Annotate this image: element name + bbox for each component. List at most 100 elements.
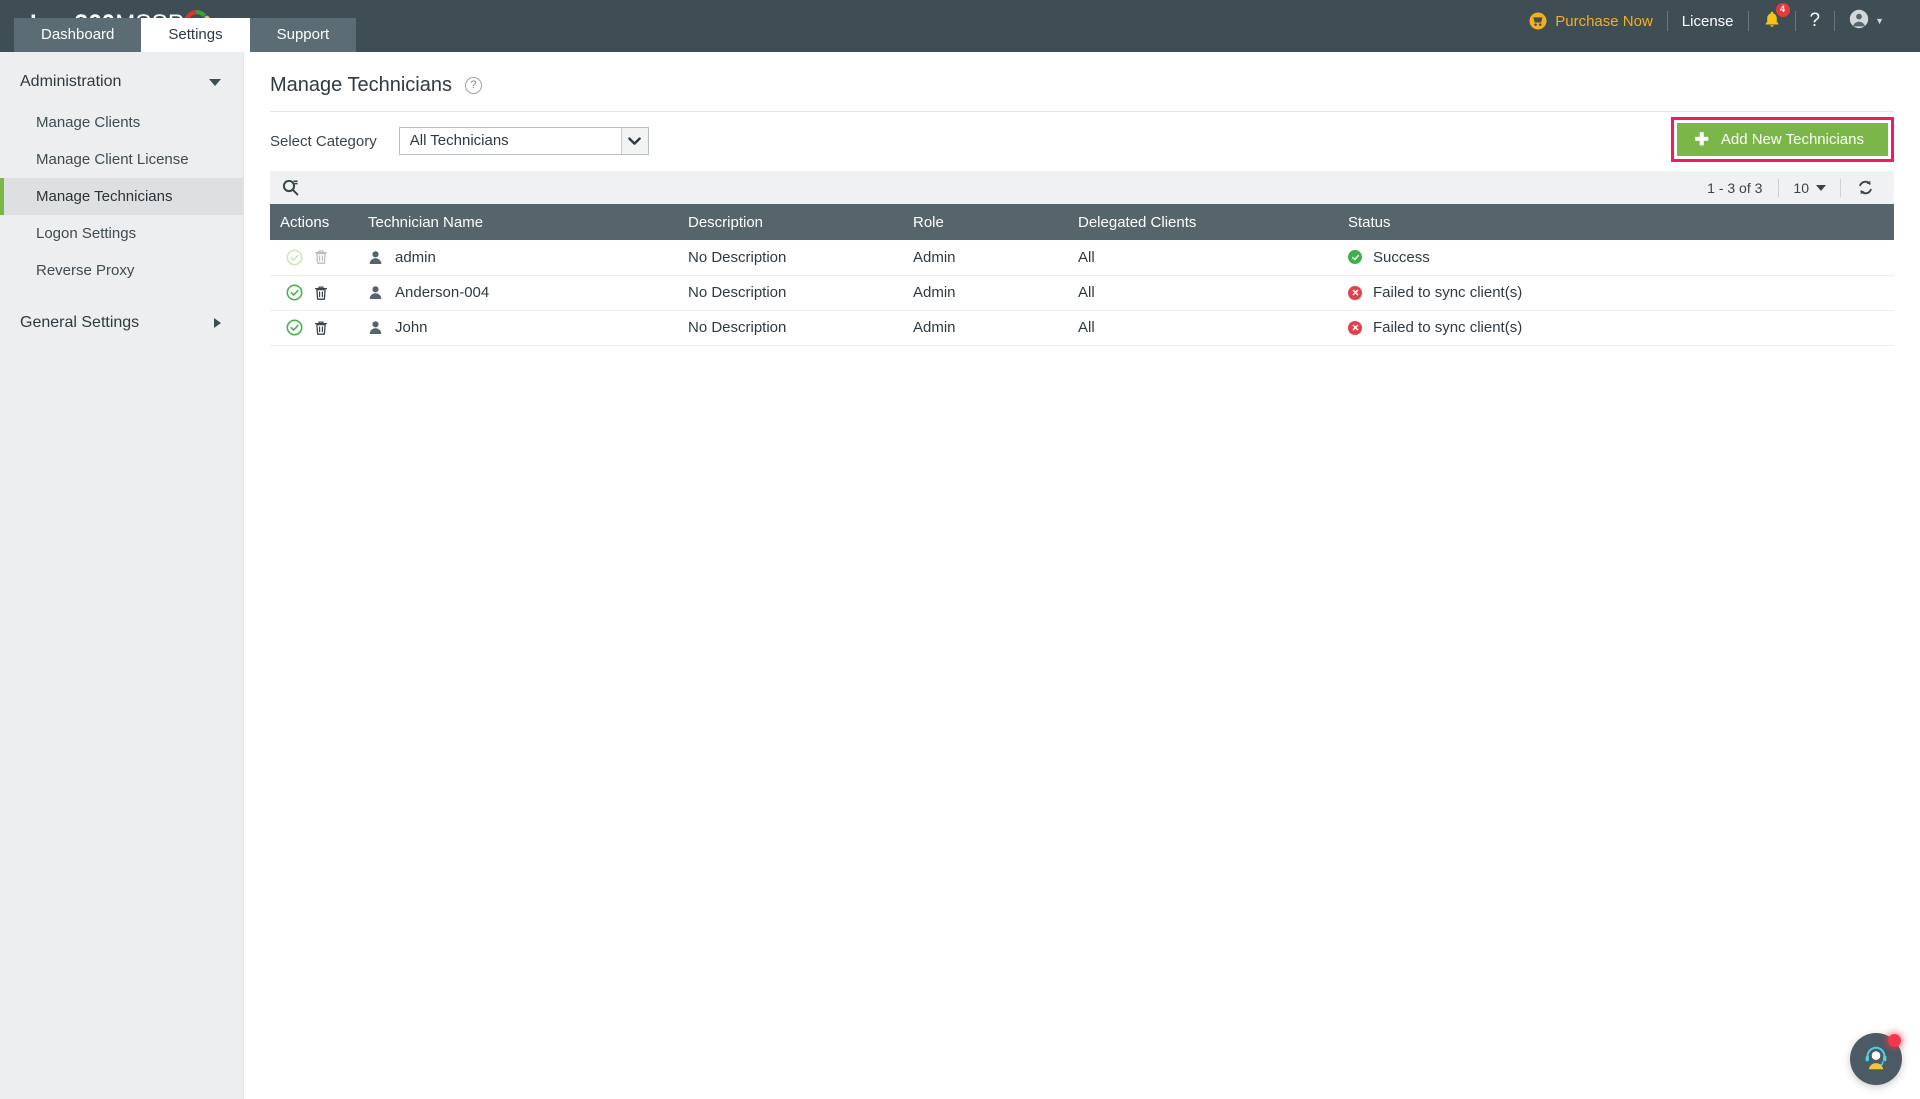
row-actions (280, 249, 358, 266)
plus-icon: ✚ (1694, 130, 1709, 149)
user-icon (368, 250, 383, 265)
enable-technician-icon (286, 249, 303, 266)
sidebar-item-label: Reverse Proxy (36, 262, 135, 279)
notifications-button[interactable]: 4 (1749, 2, 1795, 35)
technician-name-label: Anderson-004 (395, 284, 490, 301)
technicians-table-container: 1 - 3 of 3 10 Actions Technician Name De… (270, 171, 1894, 346)
row-actions (280, 319, 358, 336)
add-new-technicians-button[interactable]: ✚ Add New Technicians (1676, 123, 1888, 156)
main-tabs: Dashboard Settings Support (14, 18, 357, 52)
refresh-icon[interactable] (1841, 179, 1884, 196)
category-select-value: All Technicians (409, 132, 509, 149)
search-icon[interactable] (282, 179, 299, 196)
license-link[interactable]: License (1668, 7, 1748, 35)
column-header-role: Role (903, 204, 1068, 240)
sidebar-group-administration[interactable]: Administration (0, 60, 243, 104)
cell-status: Success (1338, 240, 1894, 276)
status-label: Success (1373, 248, 1430, 266)
enable-technician-icon[interactable] (286, 284, 303, 301)
status-badge: Failed to sync client(s) (1348, 319, 1894, 336)
status-error-icon (1348, 320, 1362, 335)
cell-technician-name: Anderson-004 (358, 275, 678, 311)
user-icon (368, 320, 383, 335)
user-account-menu[interactable]: ▼ (1835, 7, 1898, 35)
tab-dashboard[interactable]: Dashboard (14, 18, 142, 52)
page-size-value: 10 (1793, 179, 1809, 196)
status-label: Failed to sync client(s) (1373, 319, 1523, 336)
status-badge: Success (1348, 249, 1894, 266)
sidebar-item-logon-settings[interactable]: Logon Settings (0, 215, 243, 252)
header-actions: Purchase Now License 4 ? ▼ (1515, 0, 1898, 42)
column-header-description: Description (678, 204, 903, 240)
question-mark-icon: ? (1809, 10, 1821, 31)
add-new-technicians-label: Add New Technicians (1720, 131, 1864, 148)
chevron-down-icon (1816, 184, 1826, 191)
status-badge: Failed to sync client(s) (1348, 284, 1894, 301)
sidebar-group-administration-label: Administration (20, 73, 122, 90)
technicians-table: Actions Technician Name Description Role… (270, 204, 1894, 346)
tab-settings[interactable]: Settings (141, 18, 250, 52)
cell-role: Admin (903, 275, 1068, 311)
sidebar-item-manage-clients[interactable]: Manage Clients (0, 104, 243, 141)
table-toolbar: 1 - 3 of 3 10 (270, 171, 1894, 204)
cell-delegated-clients: All (1068, 240, 1338, 276)
cell-role: Admin (903, 240, 1068, 276)
tab-settings-label: Settings (168, 26, 223, 43)
chevron-right-icon (214, 318, 221, 328)
table-body: admin No Description Admin All Success A… (270, 240, 1894, 346)
select-category-label: Select Category (270, 132, 377, 150)
cell-technician-name: admin (358, 240, 678, 276)
chevron-down-icon (209, 78, 221, 86)
table-row[interactable]: John No Description Admin All Failed to (270, 310, 1894, 346)
sidebar-item-reverse-proxy[interactable]: Reverse Proxy (0, 252, 243, 289)
technician-name-label: admin (395, 248, 436, 266)
technician-name-cell: admin (368, 249, 678, 266)
help-icon[interactable]: ? (464, 77, 482, 94)
tab-dashboard-label: Dashboard (41, 26, 115, 43)
column-header-delegated-clients: Delegated Clients (1068, 204, 1338, 240)
sidebar-item-label: Manage Client License (36, 151, 189, 168)
sidebar-group-general-settings-label: General Settings (20, 314, 140, 331)
cell-technician-name: John (358, 310, 678, 346)
bell-icon: 4 (1763, 2, 1790, 33)
help-button[interactable]: ? (1796, 7, 1835, 35)
table-row[interactable]: Anderson-004 No Description Admin All Fa… (270, 275, 1894, 311)
tab-support[interactable]: Support (249, 18, 357, 52)
purchase-now-link[interactable]: Purchase Now (1515, 7, 1667, 35)
sidebar-group-general-settings[interactable]: General Settings (0, 301, 243, 345)
page-shell: Administration Manage Clients Manage Cli… (0, 52, 1920, 1099)
top-header: Log360MSSP Purchase Now (0, 0, 1920, 52)
column-header-status: Status (1338, 204, 1894, 240)
cart-icon (1529, 12, 1547, 30)
enable-technician-icon[interactable] (286, 319, 303, 336)
sidebar-item-label: Manage Clients (36, 114, 141, 131)
cell-delegated-clients: All (1068, 275, 1338, 311)
sidebar-item-manage-technicians[interactable]: Manage Technicians (0, 178, 243, 215)
purchase-now-label: Purchase Now (1555, 12, 1653, 30)
cell-description: No Description (678, 310, 903, 346)
sidebar-item-label: Manage Technicians (36, 188, 173, 205)
technician-name-cell: John (368, 319, 678, 336)
chat-notification-badge (1888, 1034, 1901, 1047)
delete-technician-icon[interactable] (314, 320, 328, 336)
support-agent-icon (1861, 1042, 1891, 1077)
license-label: License (1681, 12, 1734, 30)
column-header-technician-name: Technician Name (358, 204, 678, 240)
column-header-actions: Actions (270, 204, 358, 240)
sidebar-item-manage-client-license[interactable]: Manage Client License (0, 141, 243, 178)
cell-actions (270, 310, 358, 346)
support-chat-widget[interactable] (1850, 1033, 1902, 1085)
user-icon (368, 285, 383, 300)
filter-row: Select Category All Technicians ✚ Add Ne… (266, 112, 1898, 171)
pagination-controls: 1 - 3 of 3 10 (1691, 178, 1884, 197)
page-size-selector[interactable]: 10 (1779, 180, 1840, 196)
status-label: Failed to sync client(s) (1373, 284, 1523, 301)
category-select[interactable]: All Technicians (398, 127, 649, 155)
delete-technician-icon[interactable] (314, 285, 328, 301)
page-title: Manage Technicians (270, 74, 452, 96)
sidebar-item-label: Logon Settings (36, 225, 137, 242)
cell-actions (270, 240, 358, 276)
table-row[interactable]: admin No Description Admin All Success (270, 240, 1894, 276)
chevron-down-icon[interactable] (620, 128, 648, 154)
cell-description: No Description (678, 275, 903, 311)
